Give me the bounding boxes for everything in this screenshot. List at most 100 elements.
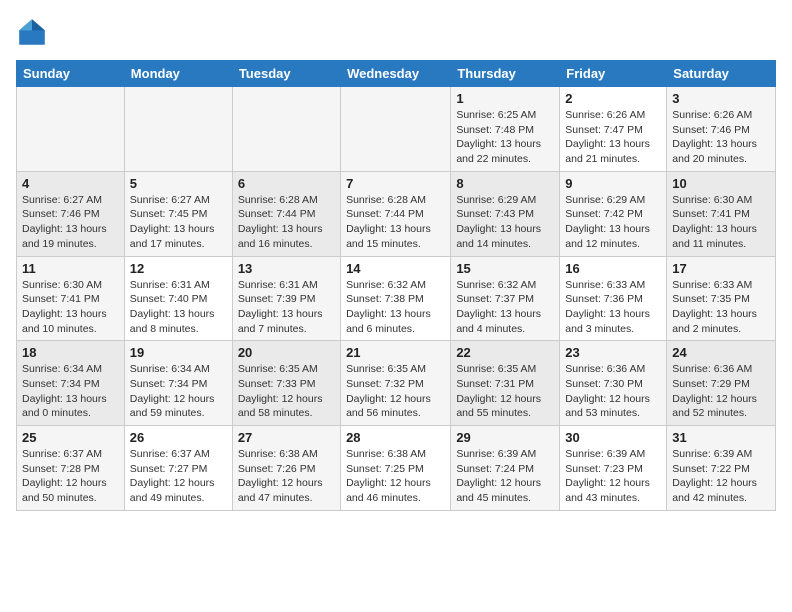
day-info: Sunrise: 6:30 AM Sunset: 7:41 PM Dayligh… [672,193,770,252]
day-number: 21 [346,345,445,360]
calendar-table: SundayMondayTuesdayWednesdayThursdayFrid… [16,60,776,511]
day-info: Sunrise: 6:26 AM Sunset: 7:47 PM Dayligh… [565,108,661,167]
day-number: 18 [22,345,119,360]
day-cell: 18 Sunrise: 6:34 AM Sunset: 7:34 PM Dayli… [17,341,125,426]
day-info: Sunrise: 6:29 AM Sunset: 7:43 PM Dayligh… [456,193,554,252]
day-number: 22 [456,345,554,360]
day-header-sunday: Sunday [17,61,125,87]
day-info: Sunrise: 6:33 AM Sunset: 7:36 PM Dayligh… [565,278,661,337]
day-cell: 24 Sunrise: 6:36 AM Sunset: 7:29 PM Dayli… [667,341,776,426]
week-row-4: 18 Sunrise: 6:34 AM Sunset: 7:34 PM Dayli… [17,341,776,426]
day-header-friday: Friday [560,61,667,87]
day-number: 29 [456,430,554,445]
day-number: 2 [565,91,661,106]
day-info: Sunrise: 6:37 AM Sunset: 7:27 PM Dayligh… [130,447,227,506]
day-cell: 10 Sunrise: 6:30 AM Sunset: 7:41 PM Dayli… [667,171,776,256]
day-cell: 9 Sunrise: 6:29 AM Sunset: 7:42 PM Daylig… [560,171,667,256]
day-headers-row: SundayMondayTuesdayWednesdayThursdayFrid… [17,61,776,87]
day-cell [124,87,232,172]
day-info: Sunrise: 6:31 AM Sunset: 7:40 PM Dayligh… [130,278,227,337]
day-header-tuesday: Tuesday [232,61,340,87]
day-cell: 30 Sunrise: 6:39 AM Sunset: 7:23 PM Dayli… [560,426,667,511]
day-number: 25 [22,430,119,445]
day-number: 19 [130,345,227,360]
day-number: 28 [346,430,445,445]
day-info: Sunrise: 6:35 AM Sunset: 7:32 PM Dayligh… [346,362,445,421]
day-info: Sunrise: 6:35 AM Sunset: 7:33 PM Dayligh… [238,362,335,421]
day-cell: 7 Sunrise: 6:28 AM Sunset: 7:44 PM Daylig… [341,171,451,256]
day-cell: 28 Sunrise: 6:38 AM Sunset: 7:25 PM Dayli… [341,426,451,511]
day-number: 20 [238,345,335,360]
day-cell: 26 Sunrise: 6:37 AM Sunset: 7:27 PM Dayli… [124,426,232,511]
day-number: 27 [238,430,335,445]
day-cell: 11 Sunrise: 6:30 AM Sunset: 7:41 PM Dayli… [17,256,125,341]
day-info: Sunrise: 6:38 AM Sunset: 7:25 PM Dayligh… [346,447,445,506]
day-info: Sunrise: 6:39 AM Sunset: 7:22 PM Dayligh… [672,447,770,506]
day-header-saturday: Saturday [667,61,776,87]
day-number: 6 [238,176,335,191]
day-number: 17 [672,261,770,276]
day-cell: 29 Sunrise: 6:39 AM Sunset: 7:24 PM Dayli… [451,426,560,511]
day-info: Sunrise: 6:26 AM Sunset: 7:46 PM Dayligh… [672,108,770,167]
day-cell: 12Sunrise: 6:31 AM Sunset: 7:40 PM Dayli… [124,256,232,341]
day-cell: 13Sunrise: 6:31 AM Sunset: 7:39 PM Dayli… [232,256,340,341]
day-info: Sunrise: 6:30 AM Sunset: 7:41 PM Dayligh… [22,278,119,337]
day-info: Sunrise: 6:25 AM Sunset: 7:48 PM Dayligh… [456,108,554,167]
day-number: 13 [238,261,335,276]
day-cell: 17Sunrise: 6:33 AM Sunset: 7:35 PM Dayli… [667,256,776,341]
day-number: 31 [672,430,770,445]
day-cell: 5 Sunrise: 6:27 AM Sunset: 7:45 PM Daylig… [124,171,232,256]
day-info: Sunrise: 6:32 AM Sunset: 7:37 PM Dayligh… [456,278,554,337]
day-cell: 31 Sunrise: 6:39 AM Sunset: 7:22 PM Dayli… [667,426,776,511]
day-info: Sunrise: 6:35 AM Sunset: 7:31 PM Dayligh… [456,362,554,421]
day-info: Sunrise: 6:34 AM Sunset: 7:34 PM Dayligh… [22,362,119,421]
day-cell: 23Sunrise: 6:36 AM Sunset: 7:30 PM Dayli… [560,341,667,426]
day-cell [232,87,340,172]
week-row-2: 4Sunrise: 6:27 AM Sunset: 7:46 PM Daylig… [17,171,776,256]
day-number: 7 [346,176,445,191]
week-row-1: 1 Sunrise: 6:25 AM Sunset: 7:48 PM Daylig… [17,87,776,172]
day-info: Sunrise: 6:27 AM Sunset: 7:45 PM Dayligh… [130,193,227,252]
day-cell [341,87,451,172]
day-cell: 25 Sunrise: 6:37 AM Sunset: 7:28 PM Dayli… [17,426,125,511]
day-info: Sunrise: 6:34 AM Sunset: 7:34 PM Dayligh… [130,362,227,421]
day-cell: 20 Sunrise: 6:35 AM Sunset: 7:33 PM Dayli… [232,341,340,426]
header [16,16,776,48]
day-info: Sunrise: 6:36 AM Sunset: 7:29 PM Dayligh… [672,362,770,421]
day-info: Sunrise: 6:39 AM Sunset: 7:23 PM Dayligh… [565,447,661,506]
day-cell: 2 Sunrise: 6:26 AM Sunset: 7:47 PM Daylig… [560,87,667,172]
day-number: 11 [22,261,119,276]
day-number: 26 [130,430,227,445]
day-cell: 21 Sunrise: 6:35 AM Sunset: 7:32 PM Dayli… [341,341,451,426]
day-header-thursday: Thursday [451,61,560,87]
day-number: 30 [565,430,661,445]
logo [16,16,52,48]
week-row-5: 25 Sunrise: 6:37 AM Sunset: 7:28 PM Dayli… [17,426,776,511]
day-cell: 19 Sunrise: 6:34 AM Sunset: 7:34 PM Dayli… [124,341,232,426]
day-number: 1 [456,91,554,106]
day-cell: 8Sunrise: 6:29 AM Sunset: 7:43 PM Daylig… [451,171,560,256]
week-row-3: 11 Sunrise: 6:30 AM Sunset: 7:41 PM Dayli… [17,256,776,341]
day-info: Sunrise: 6:38 AM Sunset: 7:26 PM Dayligh… [238,447,335,506]
day-number: 5 [130,176,227,191]
day-cell: 27 Sunrise: 6:38 AM Sunset: 7:26 PM Dayli… [232,426,340,511]
day-cell: 16 Sunrise: 6:33 AM Sunset: 7:36 PM Dayli… [560,256,667,341]
day-header-monday: Monday [124,61,232,87]
day-cell [17,87,125,172]
day-info: Sunrise: 6:37 AM Sunset: 7:28 PM Dayligh… [22,447,119,506]
day-number: 4 [22,176,119,191]
day-info: Sunrise: 6:29 AM Sunset: 7:42 PM Dayligh… [565,193,661,252]
day-number: 16 [565,261,661,276]
day-number: 10 [672,176,770,191]
day-info: Sunrise: 6:39 AM Sunset: 7:24 PM Dayligh… [456,447,554,506]
day-cell: 15Sunrise: 6:32 AM Sunset: 7:37 PM Dayli… [451,256,560,341]
day-cell: 3Sunrise: 6:26 AM Sunset: 7:46 PM Daylig… [667,87,776,172]
day-cell: 14Sunrise: 6:32 AM Sunset: 7:38 PM Dayli… [341,256,451,341]
day-info: Sunrise: 6:28 AM Sunset: 7:44 PM Dayligh… [346,193,445,252]
day-number: 23 [565,345,661,360]
day-cell: 22 Sunrise: 6:35 AM Sunset: 7:31 PM Dayli… [451,341,560,426]
day-number: 24 [672,345,770,360]
day-info: Sunrise: 6:32 AM Sunset: 7:38 PM Dayligh… [346,278,445,337]
day-number: 9 [565,176,661,191]
day-info: Sunrise: 6:28 AM Sunset: 7:44 PM Dayligh… [238,193,335,252]
